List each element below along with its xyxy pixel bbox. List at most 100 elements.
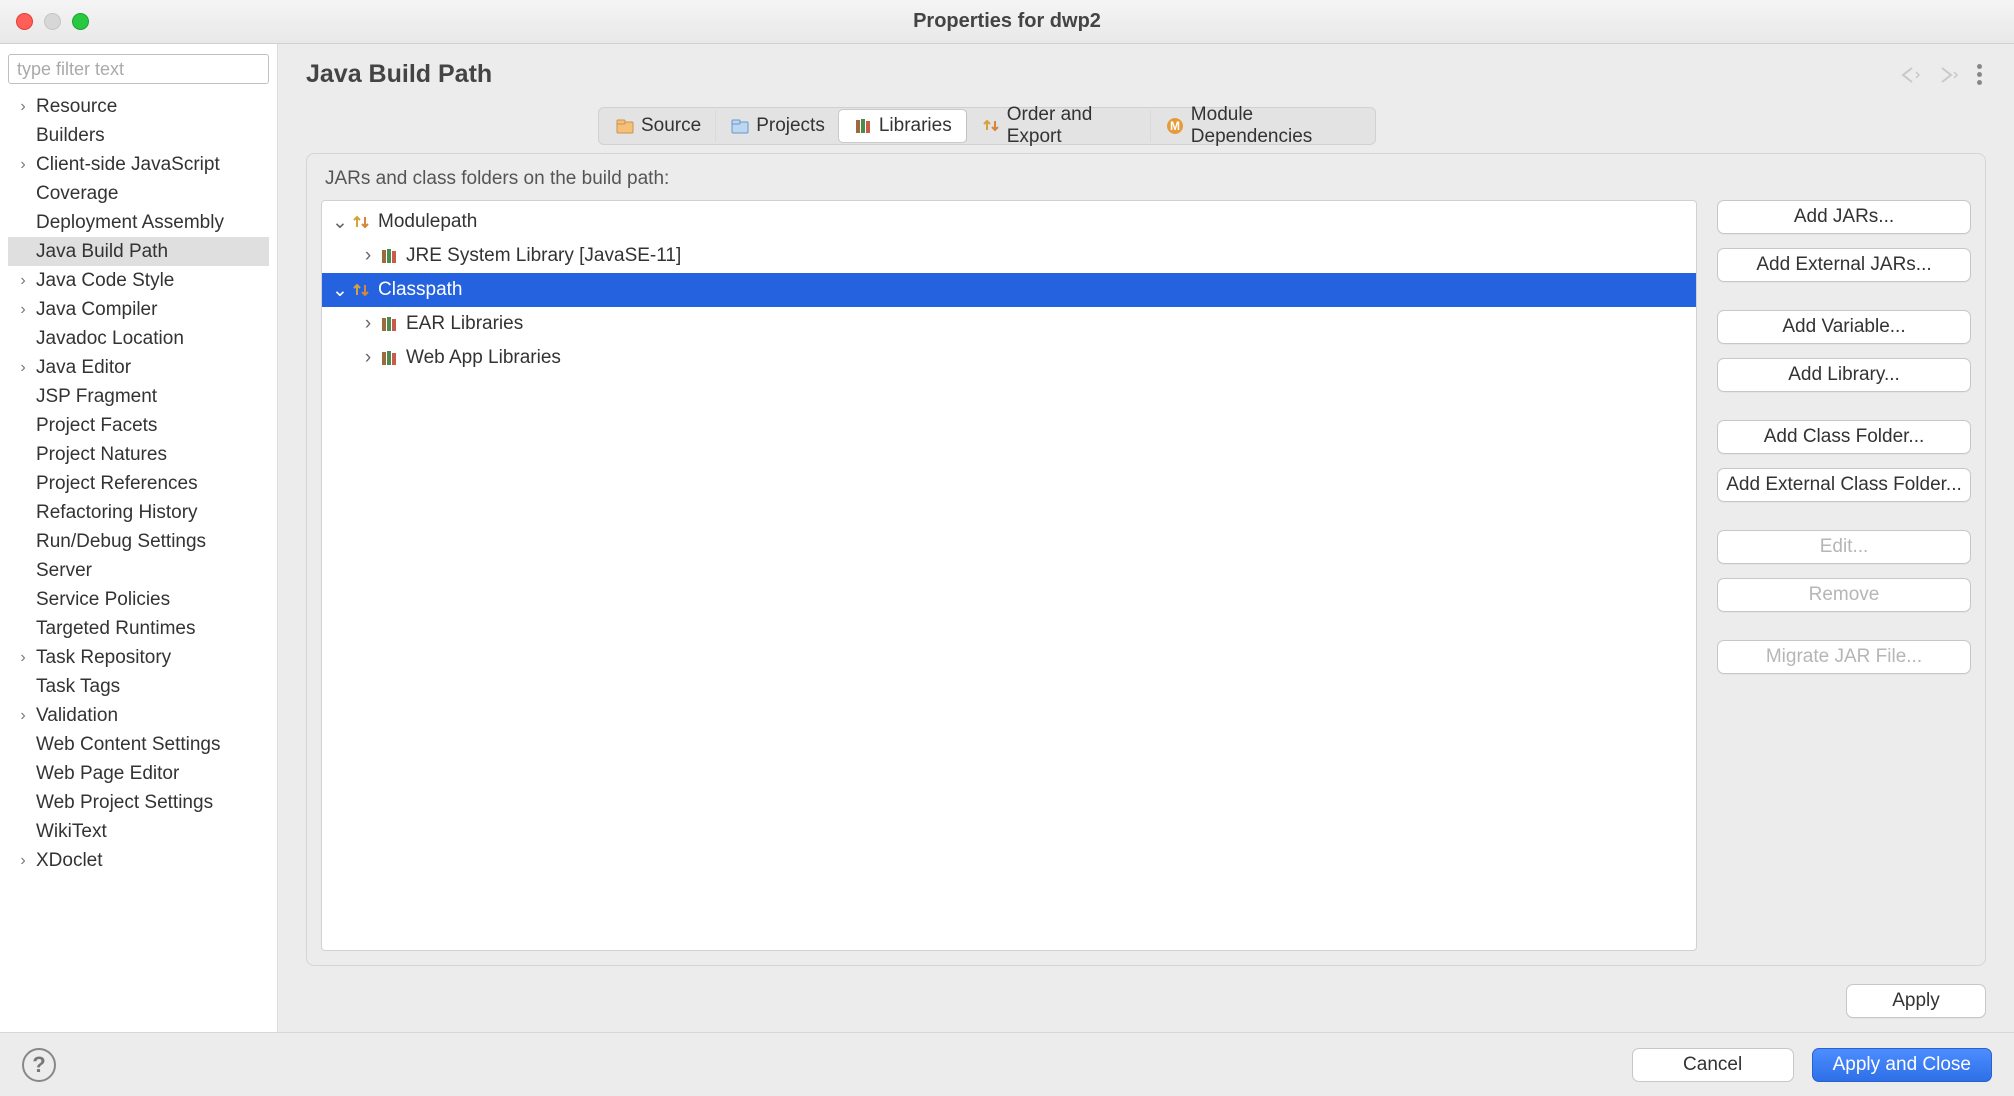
sidebar-item-targeted-runtimes[interactable]: Targeted Runtimes bbox=[8, 614, 269, 643]
cancel-button[interactable]: Cancel bbox=[1632, 1048, 1794, 1082]
zoom-window-icon[interactable] bbox=[72, 13, 89, 30]
add-jars-button[interactable]: Add JARs... bbox=[1717, 200, 1971, 234]
tab-libraries[interactable]: Libraries bbox=[838, 109, 967, 143]
sidebar-item-label: Server bbox=[32, 560, 92, 582]
tab-label: Projects bbox=[756, 115, 825, 137]
module-path-icon bbox=[350, 211, 372, 233]
sidebar-item-run-debug-settings[interactable]: Run/Debug Settings bbox=[8, 527, 269, 556]
library-icon bbox=[378, 245, 400, 267]
sidebar-item-label: Targeted Runtimes bbox=[32, 618, 195, 640]
sidebar-item-project-facets[interactable]: Project Facets bbox=[8, 411, 269, 440]
chevron-right-icon[interactable]: › bbox=[358, 313, 378, 335]
sidebar-item-label: Java Compiler bbox=[32, 299, 157, 321]
sidebar-item-jsp-fragment[interactable]: JSP Fragment bbox=[8, 382, 269, 411]
tab-label: Order and Export bbox=[1007, 104, 1136, 148]
tree-row-label: JRE System Library [JavaSE-11] bbox=[406, 245, 681, 267]
tree-row-web-app-libraries[interactable]: ›Web App Libraries bbox=[322, 341, 1696, 375]
sidebar-item-label: Task Tags bbox=[32, 676, 120, 698]
sidebar-item-label: Task Repository bbox=[32, 647, 171, 669]
module-path-icon bbox=[350, 279, 372, 301]
library-icon bbox=[378, 313, 400, 335]
edit-button: Edit... bbox=[1717, 530, 1971, 564]
sidebar-item-label: Coverage bbox=[32, 183, 118, 205]
sidebar-item-label: JSP Fragment bbox=[32, 386, 157, 408]
sidebar-item-coverage[interactable]: Coverage bbox=[8, 179, 269, 208]
add-variable-button[interactable]: Add Variable... bbox=[1717, 310, 1971, 344]
sidebar-item-javadoc-location[interactable]: Javadoc Location bbox=[8, 324, 269, 353]
chevron-down-icon[interactable]: ⌄ bbox=[330, 279, 350, 302]
sidebar-item-label: Deployment Assembly bbox=[32, 212, 224, 234]
nav-forward-icon[interactable] bbox=[1932, 65, 1960, 85]
tab-module-dependencies[interactable]: MModule Dependencies bbox=[1150, 110, 1373, 142]
sidebar-item-builders[interactable]: Builders bbox=[8, 121, 269, 150]
sidebar-item-label: Project Natures bbox=[32, 444, 167, 466]
view-menu-icon[interactable] bbox=[1972, 64, 1986, 85]
tree-row-label: Classpath bbox=[378, 279, 463, 301]
page-title: Java Build Path bbox=[306, 60, 492, 89]
add-library-button[interactable]: Add Library... bbox=[1717, 358, 1971, 392]
sidebar-item-java-build-path[interactable]: Java Build Path bbox=[8, 237, 269, 266]
sidebar-item-project-references[interactable]: Project References bbox=[8, 469, 269, 498]
sidebar-item-web-content-settings[interactable]: Web Content Settings bbox=[8, 730, 269, 759]
add-external-class-folder-button[interactable]: Add External Class Folder... bbox=[1717, 468, 1971, 502]
tab-projects[interactable]: Projects bbox=[715, 110, 839, 142]
tree-row-classpath[interactable]: ⌄ Classpath bbox=[322, 273, 1696, 307]
apply-button[interactable]: Apply bbox=[1846, 984, 1986, 1018]
tree-row-label: EAR Libraries bbox=[406, 313, 523, 335]
sidebar-item-java-code-style[interactable]: ›Java Code Style bbox=[8, 266, 269, 295]
sidebar-item-resource[interactable]: ›Resource bbox=[8, 92, 269, 121]
help-icon[interactable]: ? bbox=[22, 1048, 56, 1082]
tab-order-and-export[interactable]: Order and Export bbox=[966, 110, 1150, 142]
sidebar-item-service-policies[interactable]: Service Policies bbox=[8, 585, 269, 614]
sidebar-item-task-repository[interactable]: ›Task Repository bbox=[8, 643, 269, 672]
chevron-right-icon[interactable]: › bbox=[358, 245, 378, 267]
main-panel: Java Build Path SourceProjectsLibrariesO… bbox=[278, 44, 2014, 1032]
sidebar-item-label: Project References bbox=[32, 473, 198, 495]
expand-icon: › bbox=[14, 707, 32, 725]
expand-icon: › bbox=[14, 359, 32, 377]
tab-source[interactable]: Source bbox=[601, 110, 715, 142]
nav-back-icon[interactable] bbox=[1898, 65, 1926, 85]
filter-input[interactable] bbox=[8, 54, 269, 84]
sidebar-item-label: Resource bbox=[32, 96, 117, 118]
chevron-down-icon[interactable]: ⌄ bbox=[330, 211, 350, 234]
tree-row-jre-system-library-javase-11-[interactable]: › JRE System Library [JavaSE-11] bbox=[322, 239, 1696, 273]
titlebar: Properties for dwp2 bbox=[0, 0, 2014, 44]
chevron-right-icon[interactable]: › bbox=[358, 347, 378, 369]
sidebar-item-label: Web Project Settings bbox=[32, 792, 213, 814]
library-actions: Add JARs... Add External JARs... Add Varia… bbox=[1717, 200, 1971, 951]
sidebar-item-task-tags[interactable]: Task Tags bbox=[8, 672, 269, 701]
sidebar-item-web-page-editor[interactable]: Web Page Editor bbox=[8, 759, 269, 788]
settings-sidebar: ›ResourceBuilders›Client-side JavaScript… bbox=[0, 44, 278, 1032]
close-window-icon[interactable] bbox=[16, 13, 33, 30]
sidebar-item-project-natures[interactable]: Project Natures bbox=[8, 440, 269, 469]
order-icon bbox=[981, 116, 1001, 136]
sidebar-item-client-side-javascript[interactable]: ›Client-side JavaScript bbox=[8, 150, 269, 179]
sidebar-item-refactoring-history[interactable]: Refactoring History bbox=[8, 498, 269, 527]
tree-row-ear-libraries[interactable]: › EAR Libraries bbox=[322, 307, 1696, 341]
sidebar-item-label: Java Build Path bbox=[32, 241, 168, 263]
sidebar-item-label: Project Facets bbox=[32, 415, 157, 437]
sidebar-item-deployment-assembly[interactable]: Deployment Assembly bbox=[8, 208, 269, 237]
minimize-window-icon bbox=[44, 13, 61, 30]
tab-bar: SourceProjectsLibrariesOrder and ExportM… bbox=[598, 107, 1376, 145]
folder-source-icon bbox=[615, 116, 635, 136]
sidebar-item-java-editor[interactable]: ›Java Editor bbox=[8, 353, 269, 382]
sidebar-item-wikitext[interactable]: WikiText bbox=[8, 817, 269, 846]
sidebar-item-xdoclet[interactable]: ›XDoclet bbox=[8, 846, 269, 875]
sidebar-item-server[interactable]: Server bbox=[8, 556, 269, 585]
sidebar-item-web-project-settings[interactable]: Web Project Settings bbox=[8, 788, 269, 817]
expand-icon: › bbox=[14, 272, 32, 290]
sidebar-item-validation[interactable]: ›Validation bbox=[8, 701, 269, 730]
remove-button: Remove bbox=[1717, 578, 1971, 612]
classpath-tree[interactable]: ⌄Modulepath › JRE System Library [JavaSE-1… bbox=[321, 200, 1697, 951]
apply-and-close-button[interactable]: Apply and Close bbox=[1812, 1048, 1992, 1082]
sidebar-item-label: Javadoc Location bbox=[32, 328, 184, 350]
add-external-jars-button[interactable]: Add External JARs... bbox=[1717, 248, 1971, 282]
expand-icon: › bbox=[14, 301, 32, 319]
add-class-folder-button[interactable]: Add Class Folder... bbox=[1717, 420, 1971, 454]
sidebar-item-label: Java Code Style bbox=[32, 270, 174, 292]
sidebar-item-java-compiler[interactable]: ›Java Compiler bbox=[8, 295, 269, 324]
sidebar-item-label: Builders bbox=[32, 125, 105, 147]
tree-row-modulepath[interactable]: ⌄Modulepath bbox=[322, 205, 1696, 239]
